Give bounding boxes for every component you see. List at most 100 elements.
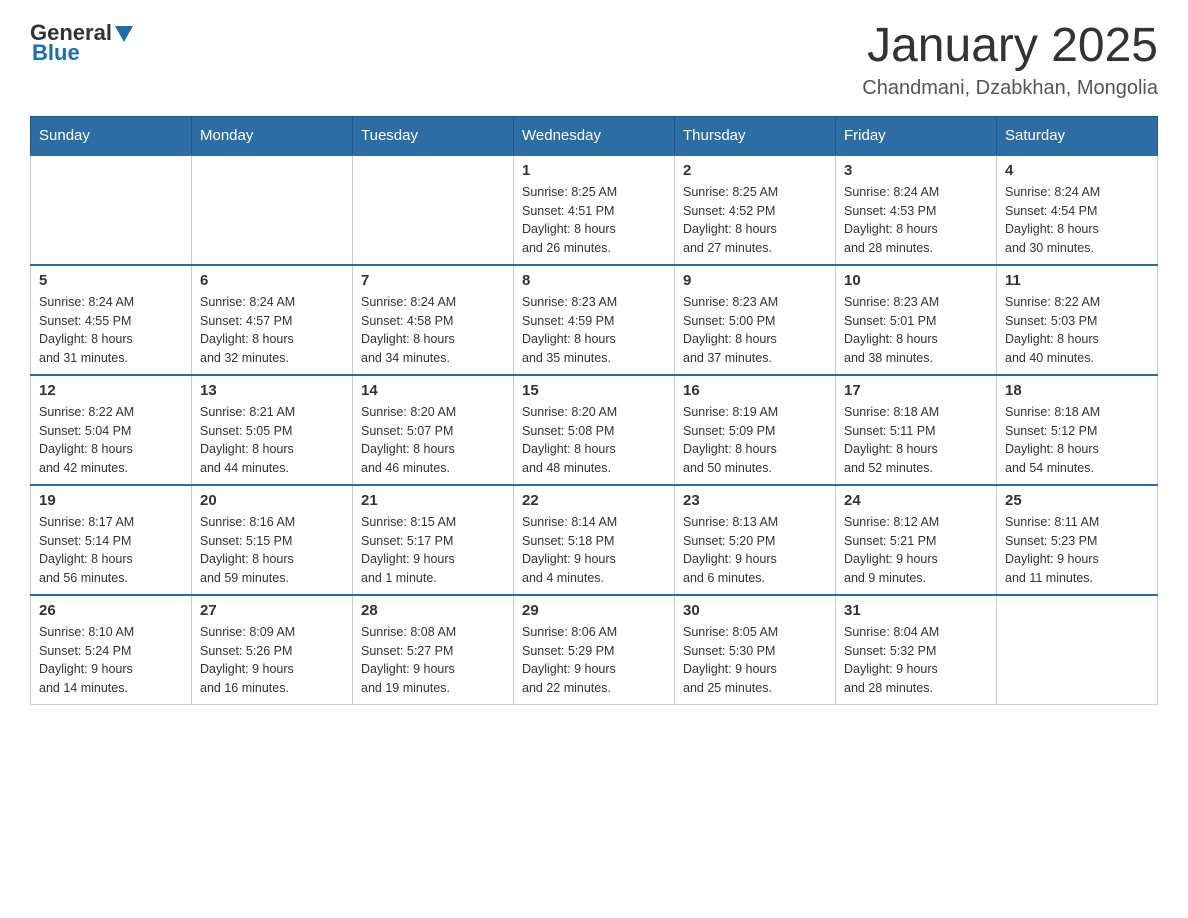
day-number: 14 — [361, 382, 505, 399]
calendar-cell: 5Sunrise: 8:24 AM Sunset: 4:55 PM Daylig… — [31, 265, 192, 375]
calendar-week-row: 19Sunrise: 8:17 AM Sunset: 5:14 PM Dayli… — [31, 485, 1158, 595]
calendar-cell: 24Sunrise: 8:12 AM Sunset: 5:21 PM Dayli… — [836, 485, 997, 595]
calendar-cell: 3Sunrise: 8:24 AM Sunset: 4:53 PM Daylig… — [836, 155, 997, 265]
day-info: Sunrise: 8:23 AM Sunset: 4:59 PM Dayligh… — [522, 293, 666, 368]
calendar-day-header: Saturday — [997, 116, 1158, 155]
calendar-cell: 27 Sunrise: 8:09 AM Sunset: 5:26 PM Dayli… — [192, 595, 353, 705]
day-number: 11 — [1005, 272, 1149, 289]
day-number: 10 — [844, 272, 988, 289]
calendar-cell: 20 Sunrise: 8:16 AM Sunset: 5:15 PM Dayli… — [192, 485, 353, 595]
day-number: 22 — [522, 492, 666, 509]
calendar-day-header: Tuesday — [353, 116, 514, 155]
day-number: 18 — [1005, 382, 1149, 399]
calendar-cell: 23 Sunrise: 8:13 AM Sunset: 5:20 PM Dayli… — [675, 485, 836, 595]
calendar-cell: 15 Sunrise: 8:20 AM Sunset: 5:08 PM Dayli… — [514, 375, 675, 485]
logo-blue-text: Blue — [32, 40, 80, 66]
calendar-cell: 14 Sunrise: 8:20 AM Sunset: 5:07 PM Dayli… — [353, 375, 514, 485]
calendar-cell: 1Sunrise: 8:25 AM Sunset: 4:51 PM Daylig… — [514, 155, 675, 265]
day-info: Sunrise: 8:14 AM Sunset: 5:18 PM Dayligh… — [522, 513, 666, 588]
day-info: Sunrise: 8:16 AM Sunset: 5:15 PM Dayligh… — [200, 513, 344, 588]
day-info: Sunrise: 8:19 AM Sunset: 5:09 PM Dayligh… — [683, 403, 827, 478]
logo-triangle-icon — [115, 26, 133, 42]
day-number: 27 — [200, 602, 344, 619]
day-info: Sunrise: 8:09 AM Sunset: 5:26 PM Dayligh… — [200, 623, 344, 698]
day-info: Sunrise: 8:24 AM Sunset: 4:58 PM Dayligh… — [361, 293, 505, 368]
day-info: Sunrise: 8:24 AM Sunset: 4:57 PM Dayligh… — [200, 293, 344, 368]
calendar-cell: 13 Sunrise: 8:21 AM Sunset: 5:05 PM Dayli… — [192, 375, 353, 485]
calendar-cell: 9 Sunrise: 8:23 AM Sunset: 5:00 PM Daylig… — [675, 265, 836, 375]
day-info: Sunrise: 8:08 AM Sunset: 5:27 PM Dayligh… — [361, 623, 505, 698]
day-info: Sunrise: 8:13 AM Sunset: 5:20 PM Dayligh… — [683, 513, 827, 588]
calendar-table: SundayMondayTuesdayWednesdayThursdayFrid… — [30, 116, 1158, 705]
day-number: 13 — [200, 382, 344, 399]
day-number: 30 — [683, 602, 827, 619]
calendar-cell: 12 Sunrise: 8:22 AM Sunset: 5:04 PM Dayli… — [31, 375, 192, 485]
calendar-cell: 6Sunrise: 8:24 AM Sunset: 4:57 PM Daylig… — [192, 265, 353, 375]
calendar-cell: 31 Sunrise: 8:04 AM Sunset: 5:32 PM Dayli… — [836, 595, 997, 705]
day-number: 29 — [522, 602, 666, 619]
calendar-cell: 4Sunrise: 8:24 AM Sunset: 4:54 PM Daylig… — [997, 155, 1158, 265]
location-title: Chandmani, Dzabkhan, Mongolia — [862, 77, 1158, 100]
day-info: Sunrise: 8:20 AM Sunset: 5:08 PM Dayligh… — [522, 403, 666, 478]
page-header: General Blue January 2025 Chandmani, Dza… — [30, 20, 1158, 100]
day-info: Sunrise: 8:11 AM Sunset: 5:23 PM Dayligh… — [1005, 513, 1149, 588]
calendar-cell — [31, 155, 192, 265]
day-info: Sunrise: 8:06 AM Sunset: 5:29 PM Dayligh… — [522, 623, 666, 698]
day-number: 7 — [361, 272, 505, 289]
day-number: 20 — [200, 492, 344, 509]
day-number: 31 — [844, 602, 988, 619]
calendar-cell: 11Sunrise: 8:22 AM Sunset: 5:03 PM Dayli… — [997, 265, 1158, 375]
calendar-day-header: Monday — [192, 116, 353, 155]
month-title: January 2025 — [862, 20, 1158, 73]
title-block: January 2025 Chandmani, Dzabkhan, Mongol… — [862, 20, 1158, 100]
day-number: 3 — [844, 162, 988, 179]
calendar-day-header: Sunday — [31, 116, 192, 155]
calendar-cell: 21 Sunrise: 8:15 AM Sunset: 5:17 PM Dayli… — [353, 485, 514, 595]
calendar-cell: 8 Sunrise: 8:23 AM Sunset: 4:59 PM Daylig… — [514, 265, 675, 375]
calendar-week-row: 1Sunrise: 8:25 AM Sunset: 4:51 PM Daylig… — [31, 155, 1158, 265]
calendar-cell: 18 Sunrise: 8:18 AM Sunset: 5:12 PM Dayli… — [997, 375, 1158, 485]
day-info: Sunrise: 8:25 AM Sunset: 4:52 PM Dayligh… — [683, 183, 827, 258]
day-number: 9 — [683, 272, 827, 289]
day-number: 26 — [39, 602, 183, 619]
day-info: Sunrise: 8:15 AM Sunset: 5:17 PM Dayligh… — [361, 513, 505, 588]
day-info: Sunrise: 8:05 AM Sunset: 5:30 PM Dayligh… — [683, 623, 827, 698]
day-info: Sunrise: 8:23 AM Sunset: 5:00 PM Dayligh… — [683, 293, 827, 368]
day-info: Sunrise: 8:20 AM Sunset: 5:07 PM Dayligh… — [361, 403, 505, 478]
day-number: 17 — [844, 382, 988, 399]
day-info: Sunrise: 8:04 AM Sunset: 5:32 PM Dayligh… — [844, 623, 988, 698]
day-number: 2 — [683, 162, 827, 179]
day-number: 23 — [683, 492, 827, 509]
day-info: Sunrise: 8:24 AM Sunset: 4:55 PM Dayligh… — [39, 293, 183, 368]
calendar-cell: 19Sunrise: 8:17 AM Sunset: 5:14 PM Dayli… — [31, 485, 192, 595]
calendar-cell: 7 Sunrise: 8:24 AM Sunset: 4:58 PM Daylig… — [353, 265, 514, 375]
day-info: Sunrise: 8:18 AM Sunset: 5:12 PM Dayligh… — [1005, 403, 1149, 478]
day-number: 25 — [1005, 492, 1149, 509]
calendar-day-header: Friday — [836, 116, 997, 155]
calendar-day-header: Thursday — [675, 116, 836, 155]
day-number: 21 — [361, 492, 505, 509]
calendar-week-row: 5Sunrise: 8:24 AM Sunset: 4:55 PM Daylig… — [31, 265, 1158, 375]
calendar-cell — [192, 155, 353, 265]
calendar-cell: 17Sunrise: 8:18 AM Sunset: 5:11 PM Dayli… — [836, 375, 997, 485]
calendar-week-row: 26 Sunrise: 8:10 AM Sunset: 5:24 PM Dayli… — [31, 595, 1158, 705]
calendar-cell: 16 Sunrise: 8:19 AM Sunset: 5:09 PM Dayli… — [675, 375, 836, 485]
calendar-cell: 30 Sunrise: 8:05 AM Sunset: 5:30 PM Dayli… — [675, 595, 836, 705]
day-number: 8 — [522, 272, 666, 289]
logo: General Blue — [30, 20, 133, 66]
day-number: 15 — [522, 382, 666, 399]
day-number: 16 — [683, 382, 827, 399]
calendar-cell: 2 Sunrise: 8:25 AM Sunset: 4:52 PM Daylig… — [675, 155, 836, 265]
calendar-cell: 26 Sunrise: 8:10 AM Sunset: 5:24 PM Dayli… — [31, 595, 192, 705]
calendar-cell: 10 Sunrise: 8:23 AM Sunset: 5:01 PM Dayli… — [836, 265, 997, 375]
day-info: Sunrise: 8:10 AM Sunset: 5:24 PM Dayligh… — [39, 623, 183, 698]
day-info: Sunrise: 8:21 AM Sunset: 5:05 PM Dayligh… — [200, 403, 344, 478]
calendar-cell: 29 Sunrise: 8:06 AM Sunset: 5:29 PM Dayli… — [514, 595, 675, 705]
day-number: 1 — [522, 162, 666, 179]
calendar-cell — [997, 595, 1158, 705]
day-info: Sunrise: 8:22 AM Sunset: 5:04 PM Dayligh… — [39, 403, 183, 478]
day-number: 28 — [361, 602, 505, 619]
day-info: Sunrise: 8:23 AM Sunset: 5:01 PM Dayligh… — [844, 293, 988, 368]
day-info: Sunrise: 8:12 AM Sunset: 5:21 PM Dayligh… — [844, 513, 988, 588]
day-number: 12 — [39, 382, 183, 399]
